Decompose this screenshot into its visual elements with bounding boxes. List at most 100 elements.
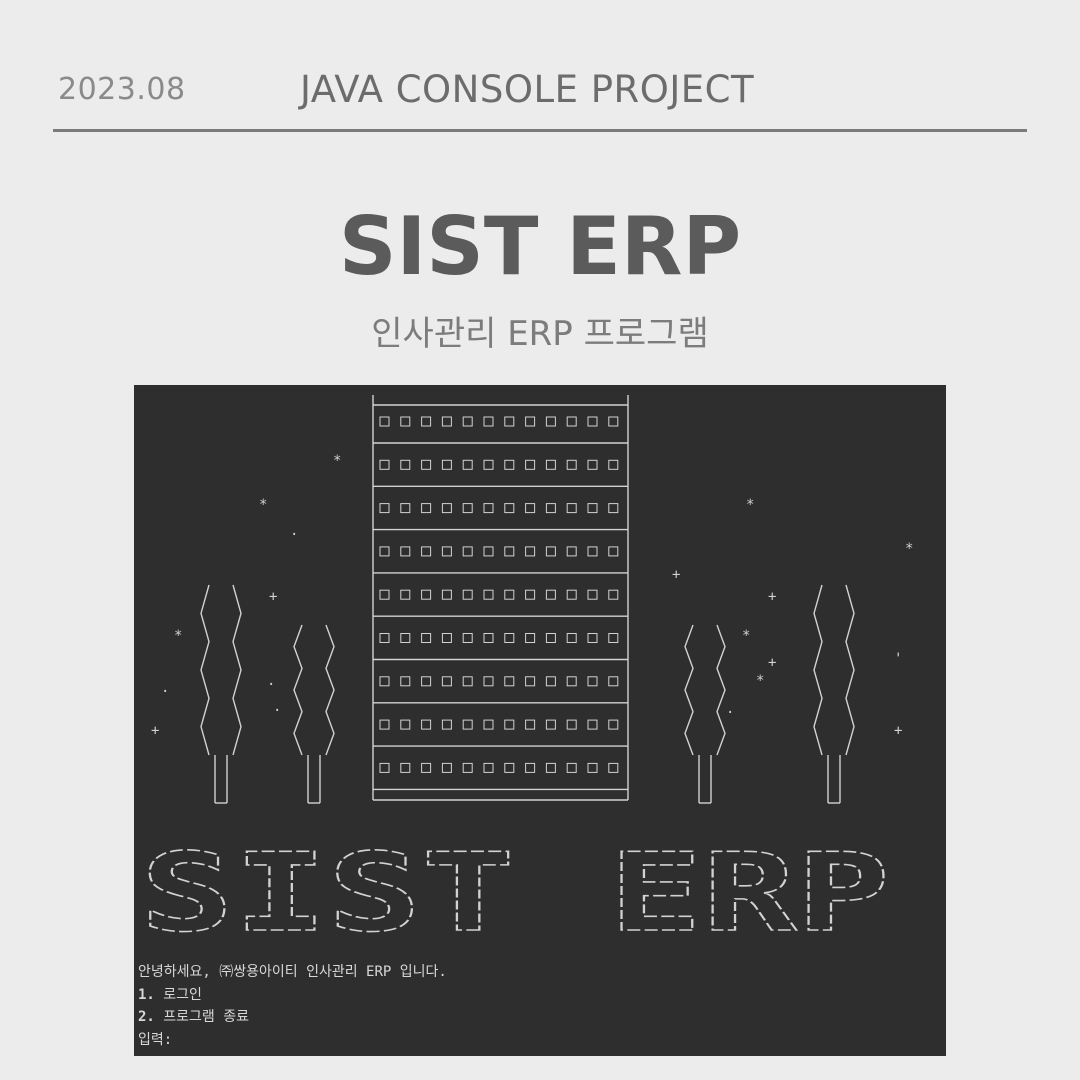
window-icon [587,546,598,557]
window-icon [587,416,598,427]
header-divider [53,129,1027,132]
window-icon [421,546,432,557]
window-icon [462,762,473,773]
window-icon [421,589,432,600]
star-glyph: . [273,699,281,715]
window-icon [504,589,515,600]
window-icon [525,762,536,773]
page-title: SIST ERP [338,200,742,293]
window-icon [587,589,598,600]
window-icon [421,676,432,687]
window-icon [608,503,619,514]
window-icon [566,546,577,557]
window-icon [545,416,556,427]
star-glyph: + [672,567,680,583]
star-glyph: * [174,628,182,644]
window-icon [400,676,411,687]
window-icon [483,503,494,514]
window-icon [462,676,473,687]
star-glyph: ' [894,651,902,667]
window-icon [441,459,452,470]
tree-figure [813,584,855,804]
window-icon [421,459,432,470]
window-icon [441,416,452,427]
star-glyph: * [905,541,913,557]
window-icon [462,719,473,730]
window-icon [400,633,411,643]
window-icon [587,762,598,773]
star-glyph: + [768,655,776,671]
window-icon [504,416,515,427]
window-icon [566,416,577,427]
window-icon [608,719,619,730]
console-prompt[interactable]: 입력: [138,1029,447,1052]
window-icon [504,719,515,730]
window-icon [379,503,390,514]
window-icon [441,719,452,730]
window-icon [400,503,411,514]
star-glyph: + [151,723,159,739]
window-icon [525,676,536,687]
window-icon [608,459,619,470]
window-icon [504,762,515,773]
window-icon [400,762,411,773]
star-glyph: . [161,680,169,696]
window-icon [525,546,536,557]
star-glyph: * [742,628,750,644]
console-output: 안녕하세요, ㈜쌍용아이티 인사관리 ERP 입니다. 1. 로그인 2. 프로… [138,961,447,1051]
window-icon [379,416,390,427]
window-icon [483,719,494,730]
window-icon [608,589,619,600]
menu-item-login: 1. 로그인 [138,984,447,1007]
star-glyph: * [746,497,754,513]
window-icon [504,503,515,514]
star-glyph: + [269,589,277,605]
window-icon [462,503,473,514]
menu-item-exit: 2. 프로그램 종료 [138,1006,447,1029]
window-icon [608,676,619,687]
window-icon [421,416,432,427]
window-icon [462,459,473,470]
window-icon [462,633,473,643]
window-icon [525,589,536,600]
window-icon [441,676,452,687]
window-icon [504,546,515,557]
tree-figure [200,584,242,804]
window-icon [608,762,619,773]
window-icon [400,459,411,470]
window-icon [545,762,556,773]
window-icon [525,633,536,643]
window-icon [483,546,494,557]
ascii-art-scene: **.**++ +* *+ '. *+ +... SIST ERP [139,395,913,957]
window-icon [483,459,494,470]
window-icon [525,503,536,514]
window-icon [379,719,390,730]
window-icon [483,633,494,643]
window-icon [587,633,598,643]
window-icon [379,762,390,773]
window-icon [545,546,556,557]
window-icon [400,589,411,600]
ascii-figures [200,584,855,804]
tree-figure [684,624,726,804]
star-glyph: . [290,523,298,539]
window-icon [545,589,556,600]
window-icon [566,503,577,514]
star-glyph: . [267,673,275,689]
window-icon [441,589,452,600]
window-icon [545,719,556,730]
ascii-banner-text: SIST ERP [140,831,890,956]
window-icon [462,546,473,557]
window-icon [545,676,556,687]
menu-item-label: 프로그램 종료 [163,1009,250,1025]
window-icon [421,503,432,514]
window-icon [400,719,411,730]
menu-item-number: 2. [138,1009,155,1025]
window-icon [441,503,452,514]
window-icon [525,459,536,470]
menu-item-number: 1. [138,986,155,1003]
window-icon [566,459,577,470]
window-icon [545,633,556,643]
window-icon [545,459,556,470]
ascii-stars: **.**++ +* *+ '. *+ +... [151,453,913,739]
